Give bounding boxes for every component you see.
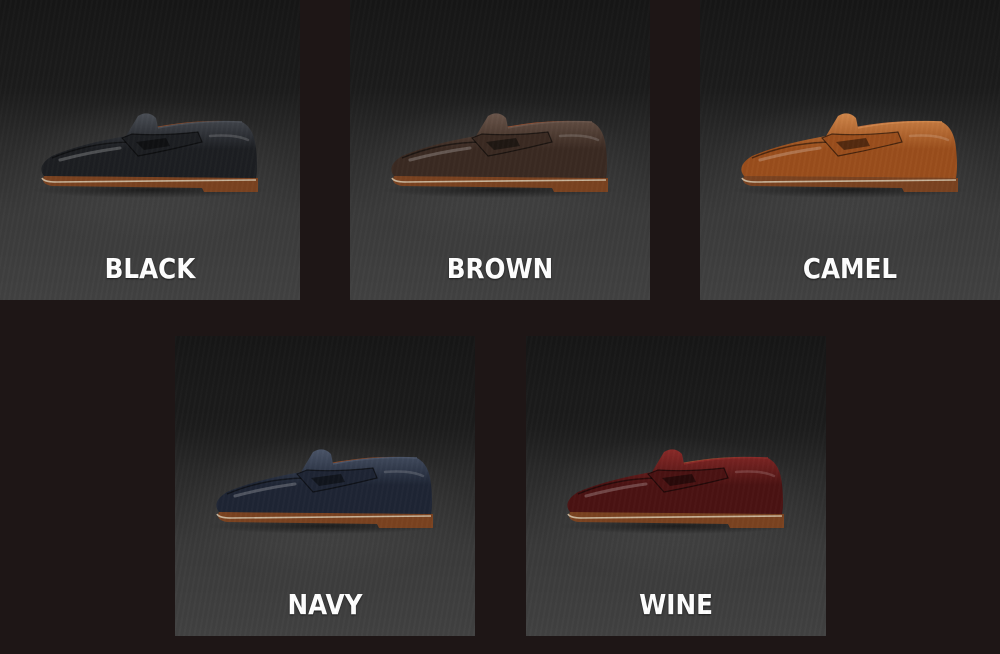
swatch-tile-wine[interactable]: WINE: [526, 336, 826, 636]
loafer-shoe-image: [382, 113, 618, 198]
loafer-shoe-image: [32, 113, 268, 198]
loafer-shoe-image: [207, 449, 443, 534]
swatch-tile-camel[interactable]: CAMEL: [700, 0, 1000, 300]
color-label: BLACK: [104, 252, 196, 285]
swatch-tile-navy[interactable]: NAVY: [175, 336, 475, 636]
loafer-shoe-image: [558, 449, 794, 534]
swatch-tile-black[interactable]: BLACK: [0, 0, 300, 300]
loafer-shoe-image: [732, 113, 968, 198]
color-label: CAMEL: [802, 252, 898, 285]
color-label: BROWN: [446, 252, 554, 285]
color-label: WINE: [639, 588, 713, 621]
swatch-tile-brown[interactable]: BROWN: [350, 0, 650, 300]
color-label: NAVY: [287, 588, 363, 621]
